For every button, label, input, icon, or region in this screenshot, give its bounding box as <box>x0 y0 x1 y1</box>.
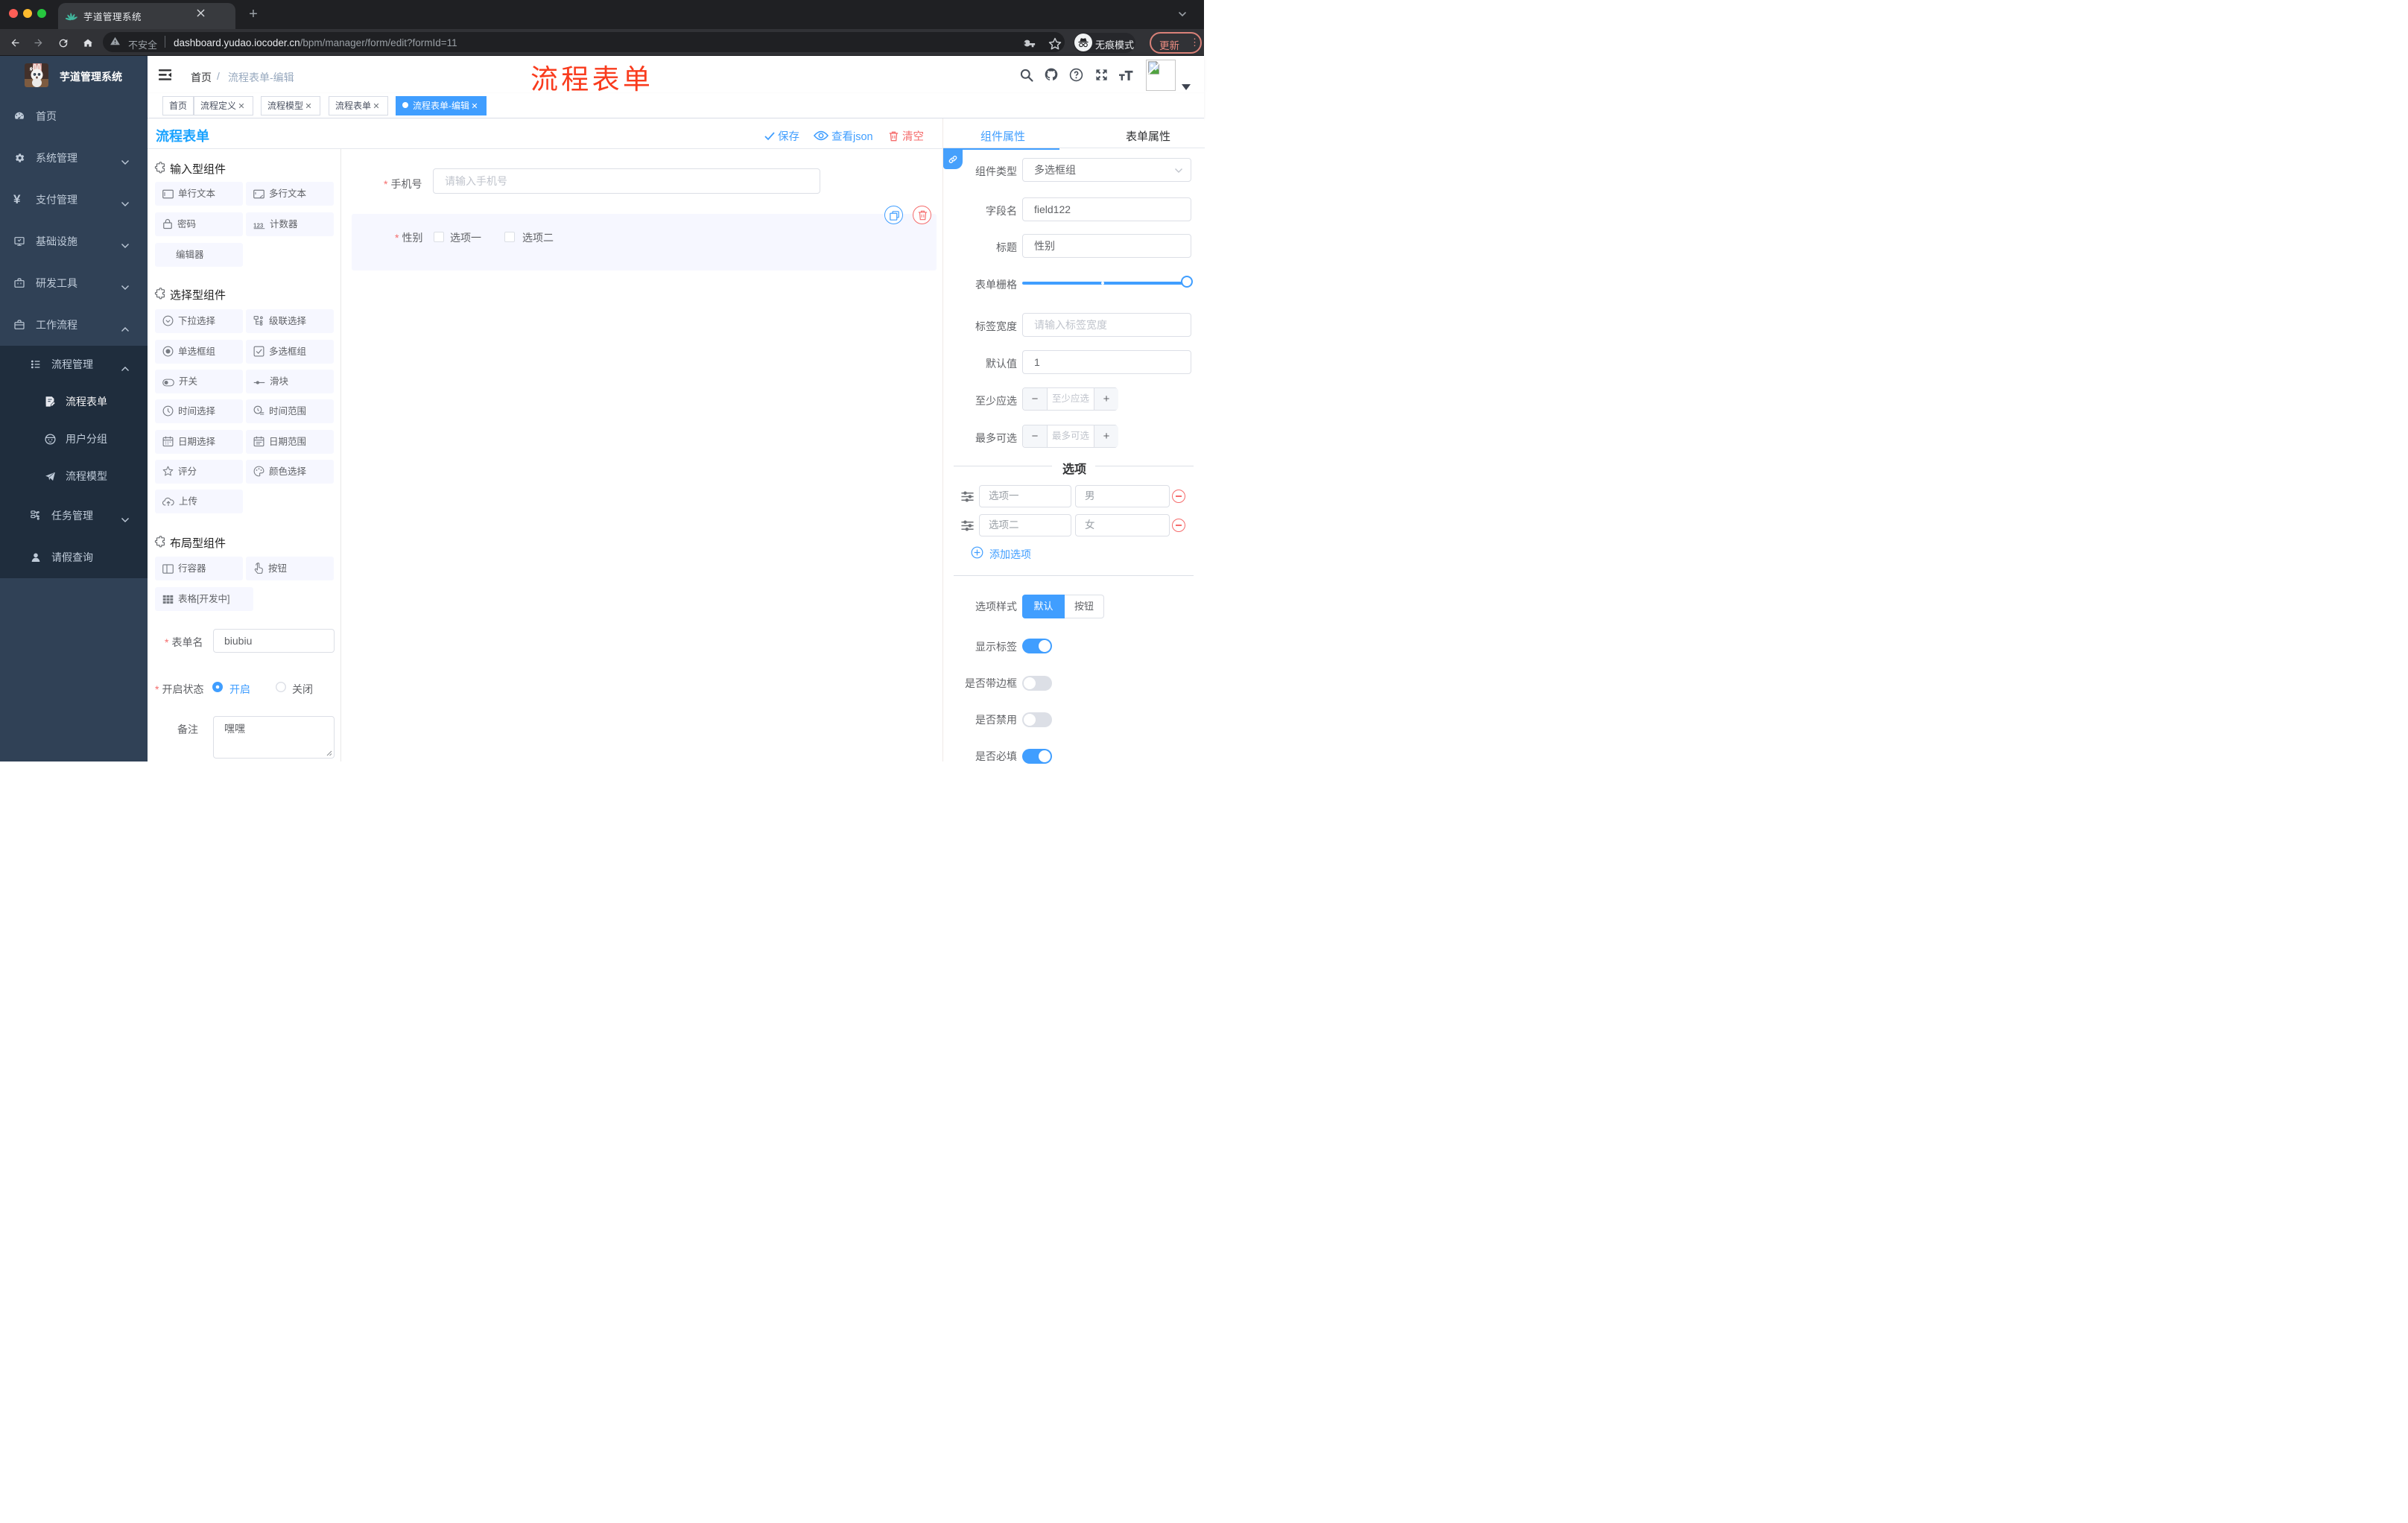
svg-text:123: 123 <box>253 222 264 229</box>
